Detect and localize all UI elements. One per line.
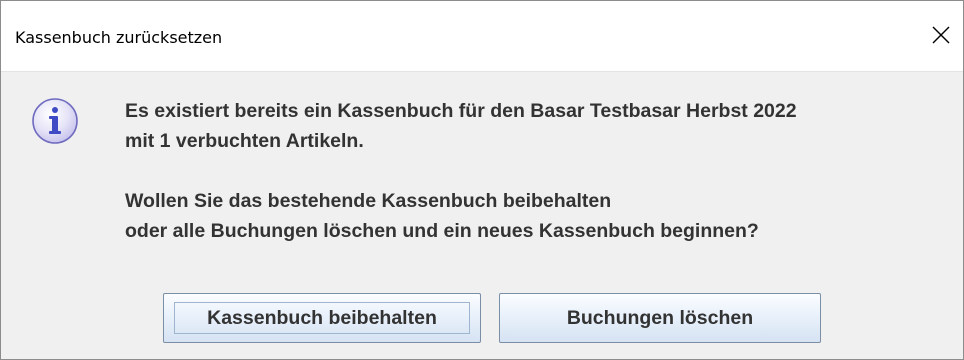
keep-cashbook-button[interactable]: Kassenbuch beibehalten [163,293,481,343]
message-line-3: Wollen Sie das bestehende Kassenbuch bei… [125,190,612,212]
close-icon [932,26,950,44]
info-icon [31,97,79,145]
title-bar[interactable]: Kassenbuch zurücksetzen [1,1,963,72]
message-line-4: oder alle Buchungen löschen und ein neue… [125,220,759,242]
message-line-2: mit 1 verbuchten Artikeln. [125,130,364,152]
dialog-window: Kassenbuch zurücksetzen Es existiert ber… [0,0,964,360]
message-spacer [125,156,797,186]
close-button[interactable] [917,1,963,71]
delete-bookings-button[interactable]: Buchungen löschen [499,293,821,343]
keep-cashbook-label: Kassenbuch beibehalten [207,306,437,329]
window-title: Kassenbuch zurücksetzen [15,28,223,47]
message-text: Es existiert bereits ein Kassenbuch für … [125,96,797,246]
delete-bookings-label: Buchungen löschen [566,306,754,329]
message-line-1: Es existiert bereits ein Kassenbuch für … [125,100,797,122]
